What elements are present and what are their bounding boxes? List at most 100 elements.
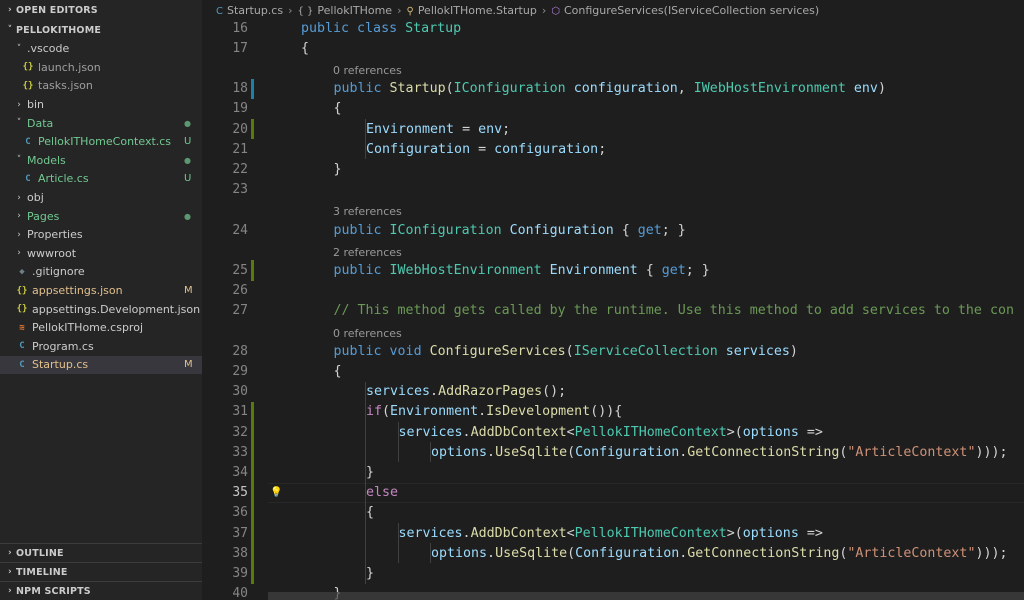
code-line[interactable]: 21 Configuration = configuration;	[202, 139, 1024, 160]
code-line[interactable]: 27 // This method gets called by the runt…	[202, 301, 1024, 321]
breadcrumb-item[interactable]: C Startup.cs	[216, 4, 283, 17]
code-token: options	[431, 444, 488, 460]
panel-header-outline[interactable]: › OUTLINE	[0, 543, 202, 562]
git-change-marker	[251, 119, 254, 140]
panel-header-timeline[interactable]: › TIMELINE	[0, 562, 202, 581]
code-editor[interactable]: C Startup.cs ›{ } PellokITHome › ⚲ PellokITHom…	[202, 0, 1024, 600]
code-line[interactable]: 26	[202, 281, 1024, 301]
code-token: ; }	[661, 222, 686, 238]
code-text: Configuration = configuration;	[366, 142, 606, 157]
code-token: }	[366, 565, 375, 581]
line-number: 23	[232, 182, 248, 198]
code-line[interactable]: 38 options.UseSqlite(Configuration.GetCon…	[202, 543, 1024, 564]
code-line[interactable]: 33 options.UseSqlite(Configuration.GetCon…	[202, 442, 1024, 463]
breadcrumb-item[interactable]: ⚲ PellokITHome.Startup	[406, 4, 536, 17]
line-number: 35	[232, 485, 248, 501]
tree-item[interactable]: C Startup.cs M	[0, 355, 202, 375]
breadcrumb-label: ConfigureServices(IServiceCollection ser…	[563, 3, 820, 17]
git-change-marker	[251, 482, 254, 503]
breadcrumb-item[interactable]: { } PellokITHome	[298, 4, 393, 17]
tree-item[interactable]: ˅ .vscode	[0, 40, 202, 59]
tree-item[interactable]: C Article.cs U	[0, 170, 202, 189]
tree-item[interactable]: ˅ Models ●	[0, 151, 202, 170]
line-number: 26	[232, 283, 248, 299]
code-line[interactable]: 16 public class Startup	[202, 18, 1024, 38]
code-line[interactable]: 22}	[202, 159, 1024, 179]
tree-item[interactable]: ˅ Data ●	[0, 114, 202, 133]
tree-item-label: Pages	[27, 209, 60, 223]
code-text: }	[334, 162, 342, 177]
code-token: public	[333, 262, 390, 278]
tree-item[interactable]: ◆ .gitignore	[0, 263, 202, 282]
tree-item[interactable]: › Pages ●	[0, 207, 202, 226]
code-token: public	[333, 81, 390, 97]
code-line[interactable]: 31 if(Environment.IsDevelopment()){	[202, 401, 1024, 422]
tree-item-label: Data	[27, 116, 54, 130]
code-token: configuration	[573, 81, 678, 97]
line-number: 34	[232, 464, 248, 480]
csharp-icon: C	[19, 359, 25, 370]
code-line[interactable]: 24 public IConfiguration Configuration { …	[202, 220, 1024, 240]
project-header[interactable]: ˅ PELLOKITHOME	[0, 20, 202, 40]
breadcrumb-item[interactable]: ⬡ ConfigureServices(IServiceCollection se…	[551, 4, 819, 17]
code-line[interactable]: 18 public Startup(IConfiguration configur…	[202, 78, 1024, 99]
code-line[interactable]: 34}	[202, 462, 1024, 483]
bottom-panels: › OUTLINE › TIMELINE › NPM SCRIPTS	[0, 543, 202, 600]
tree-item-label: PellokITHome.csproj	[32, 321, 143, 335]
tree-item[interactable]: › wwwroot	[0, 244, 202, 263]
code-line[interactable]: 35 💡 else	[202, 482, 1024, 503]
code-line[interactable]: 30 services.AddRazorPages();	[202, 381, 1024, 402]
code-token: options	[742, 424, 799, 440]
tree-item[interactable]: ≋ PellokITHome.csproj	[0, 319, 202, 338]
code-line[interactable]: 28 public void ConfigureServices(IService…	[202, 341, 1024, 361]
tree-item[interactable]: {} appsettings.Development.json	[0, 300, 202, 319]
code-line[interactable]: 17 {	[202, 38, 1024, 58]
code-line[interactable]: 39}	[202, 563, 1024, 584]
code-token: {	[366, 505, 375, 521]
code-token: class	[357, 20, 406, 36]
code-line[interactable]: 29 {	[202, 361, 1024, 381]
line-number: 37	[232, 525, 248, 541]
chevron-right-icon: ›	[288, 3, 293, 17]
code-token: env	[853, 81, 878, 97]
line-number: 25	[232, 262, 248, 278]
code-line[interactable]: 20 Environment = env;	[202, 119, 1024, 140]
code-line[interactable]: 23	[202, 180, 1024, 200]
tree-item[interactable]: C PellokITHomeContext.cs U	[0, 133, 202, 152]
code-line[interactable]: 25 public IWebHostEnvironment Environment…	[202, 260, 1024, 281]
tree-item-label: wwwroot	[27, 246, 77, 260]
code-token: (	[565, 343, 574, 359]
tree-item[interactable]: {} tasks.json	[0, 77, 202, 96]
chevron-right-icon: ›	[8, 567, 12, 577]
tree-item[interactable]: › obj	[0, 188, 202, 207]
open-editors-header[interactable]: › OPEN EDITORS	[0, 0, 202, 20]
code-line[interactable]: 37 services.AddDbContext<PellokITHomeCont…	[202, 523, 1024, 544]
lightbulb-icon[interactable]: 💡	[270, 487, 282, 498]
tree-item[interactable]: C Program.cs	[0, 337, 202, 356]
tree-item[interactable]: › Properties	[0, 226, 202, 245]
tree-item[interactable]: {} launch.json	[0, 58, 202, 77]
project-title: PELLOKITHOME	[16, 24, 102, 36]
tree-item-label: launch.json	[38, 60, 101, 74]
horizontal-scrollbar[interactable]	[268, 592, 1024, 600]
code-token: get	[637, 222, 662, 238]
namespace-icon: { }	[297, 5, 314, 17]
tree-item[interactable]: {} appsettings.json M	[0, 281, 202, 300]
chevron-right-icon: ›	[8, 5, 12, 15]
code-token: IConfiguration	[389, 222, 510, 238]
panel-header-npm-scripts[interactable]: › NPM SCRIPTS	[0, 581, 202, 600]
code-line[interactable]: 19 {	[202, 99, 1024, 119]
codelens-references[interactable]: 0 references	[333, 323, 402, 343]
code-line[interactable]: 32 services.AddDbContext<PellokITHomeCont…	[202, 422, 1024, 443]
code-text: services.AddRazorPages();	[366, 384, 566, 399]
codelens-references[interactable]: 3 references	[333, 202, 402, 222]
code-token: IsDevelopment	[486, 404, 591, 420]
code-token: Configuration	[575, 545, 680, 561]
codelens-references[interactable]: 2 references	[333, 242, 402, 262]
code-line[interactable]: 36 {	[202, 502, 1024, 523]
chevron-right-icon: ›	[17, 211, 21, 222]
codelens-references[interactable]: 0 references	[333, 60, 402, 80]
tree-item-label: Article.cs	[38, 172, 89, 186]
line-number: 21	[232, 141, 248, 157]
tree-item[interactable]: › bin	[0, 95, 202, 114]
